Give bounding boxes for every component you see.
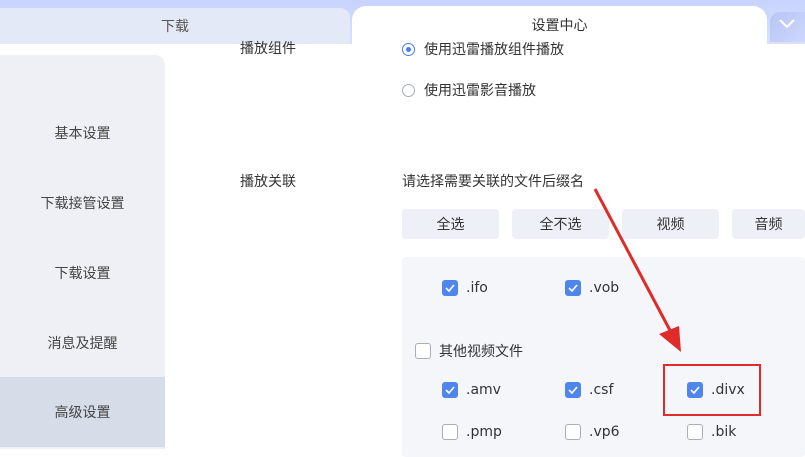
unchecked-box-icon — [442, 424, 458, 440]
chevron-down-icon — [779, 19, 795, 29]
checkbox-pmp[interactable]: .pmp — [442, 424, 502, 440]
sidebar-item-label: 下载设置 — [54, 266, 111, 282]
annotation-arrow-icon — [593, 188, 681, 352]
radio-xunlei-player[interactable]: 使用迅雷影音播放 — [402, 80, 536, 100]
association-hint: 请选择需要关联的文件后缀名 — [402, 174, 584, 190]
button-label: 全不选 — [539, 217, 582, 233]
sidebar-item-download-takeover[interactable]: 下载接管设置 — [0, 168, 165, 238]
check-icon — [565, 280, 581, 296]
check-icon — [442, 280, 458, 296]
sidebar-item-label: 消息及提醒 — [47, 336, 118, 352]
checkbox-label: .amv — [466, 382, 501, 398]
checkbox-label: .csf — [589, 382, 614, 398]
checkbox-label: .vp6 — [589, 424, 620, 440]
association-label: 播放关联 — [240, 174, 296, 190]
checkbox-vp6[interactable]: .vp6 — [565, 424, 620, 440]
sidebar-item-label: 基本设置 — [54, 126, 111, 142]
radio-selected-icon — [402, 42, 415, 56]
sidebar-item-download[interactable]: 下载设置 — [0, 238, 165, 308]
checkbox-ifo[interactable]: .ifo — [442, 280, 488, 296]
radio-label: 使用迅雷播放组件播放 — [424, 42, 564, 58]
new-tab-button[interactable] — [770, 12, 805, 42]
checkbox-label: .bik — [711, 424, 737, 440]
tab-download-label: 下载 — [161, 19, 189, 35]
checkbox-amv[interactable]: .amv — [442, 382, 501, 398]
sidebar-item-notifications[interactable]: 消息及提醒 — [0, 308, 165, 378]
sidebar: 基本设置 下载接管设置 下载设置 消息及提醒 高级设置 — [0, 55, 165, 449]
annotation-highlight-box — [663, 364, 761, 416]
tab-download[interactable]: 下载 — [0, 8, 350, 44]
settings-content: 播放组件 使用迅雷播放组件播放 使用迅雷影音播放 播放关联 请选择需要关联的文件… — [165, 41, 805, 457]
checkbox-label: .pmp — [466, 424, 502, 440]
tab-bar: 下载 设置中心 — [0, 0, 805, 44]
radio-unselected-icon — [402, 83, 415, 97]
audio-filter-button[interactable]: 音频 — [732, 209, 805, 239]
checkbox-csf[interactable]: .csf — [565, 382, 613, 398]
button-label: 全选 — [436, 217, 465, 233]
playback-component-label: 播放组件 — [240, 41, 296, 57]
radio-xunlei-component[interactable]: 使用迅雷播放组件播放 — [402, 39, 564, 59]
sidebar-item-label: 下载接管设置 — [40, 196, 125, 212]
unchecked-box-icon — [687, 424, 703, 440]
checkbox-label: .ifo — [466, 280, 488, 296]
checkbox-bik[interactable]: .bik — [687, 424, 736, 440]
button-label: 音频 — [754, 217, 783, 233]
select-all-button[interactable]: 全选 — [402, 209, 499, 239]
radio-label: 使用迅雷影音播放 — [424, 83, 536, 99]
unchecked-box-icon — [565, 424, 581, 440]
sidebar-item-label: 高级设置 — [54, 405, 111, 421]
tab-settings-label: 设置中心 — [531, 18, 588, 34]
sidebar-item-advanced[interactable]: 高级设置 — [0, 377, 165, 447]
checkbox-other-video[interactable]: 其他视频文件 — [415, 341, 523, 361]
sidebar-item-basic[interactable]: 基本设置 — [0, 98, 165, 168]
checkbox-label: 其他视频文件 — [439, 344, 523, 360]
unchecked-box-icon — [415, 343, 431, 359]
check-icon — [565, 382, 581, 398]
check-icon — [442, 382, 458, 398]
